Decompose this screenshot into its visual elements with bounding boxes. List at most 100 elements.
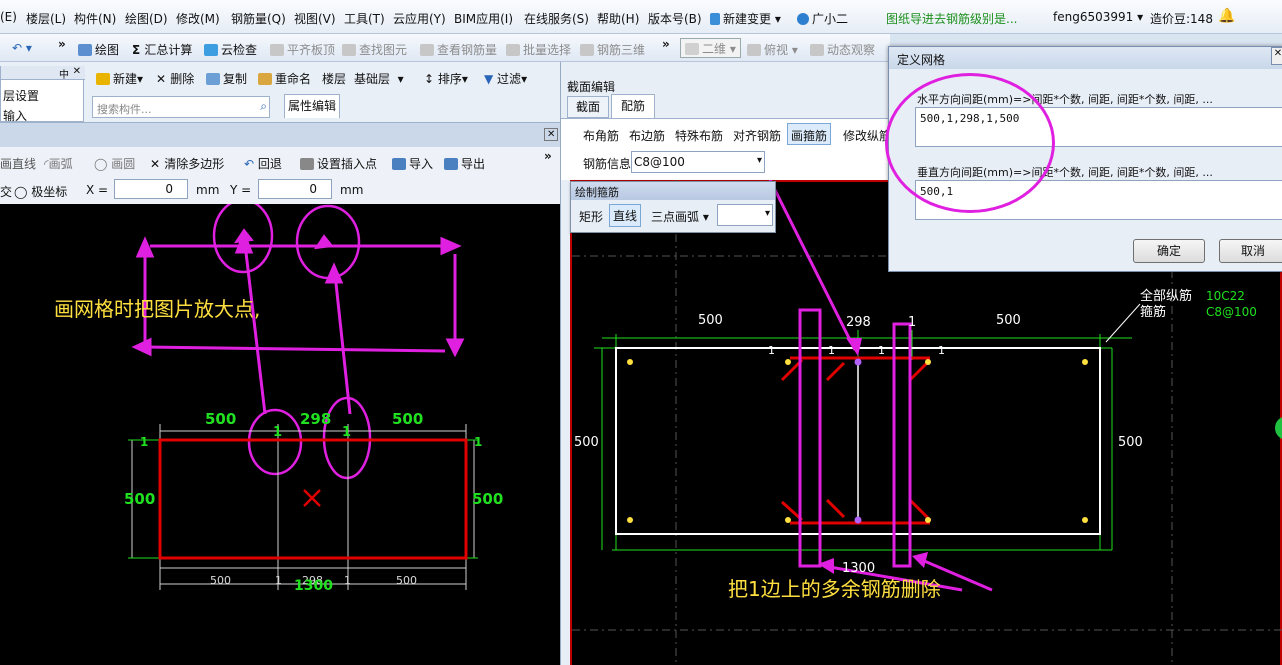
rebar-dot[interactable] [925,517,931,523]
draw-button[interactable]: 绘图 [78,41,119,58]
tab-attr-edit[interactable]: 属性编辑 [284,94,340,118]
toolbar-overflow-icon[interactable]: » [58,37,66,51]
menu-online[interactable]: 在线服务(S) [524,10,589,27]
panel-close-icon[interactable]: ✕ [544,128,559,141]
tab-section[interactable]: 截面 [567,96,609,118]
view-rebar-qty-button[interactable]: 查看钢筋量 [420,41,497,58]
menu-floor[interactable]: 楼层(L) [26,10,66,27]
rebar-dot[interactable] [1082,359,1088,365]
draw-toolbar-overflow-icon[interactable]: » [544,149,552,163]
export-button[interactable]: 导出 [444,155,485,172]
menu-help[interactable]: 帮助(H) [597,10,639,27]
dim-label: 1 [344,574,351,587]
dim-label: 500 [210,574,231,587]
rebar-dot-selected[interactable] [854,358,862,366]
toolbar-overflow-2-icon[interactable]: » [662,37,670,51]
cancel-button[interactable]: 取消 [1219,239,1282,263]
annot-arrowhead [440,236,462,256]
special-bar-button[interactable]: 特殊布筋 [675,127,723,144]
rename-button[interactable]: 重命名 [258,70,311,87]
undo-step-button[interactable]: ↶ 回退 [244,155,282,172]
stirrup-param-select[interactable]: ▾ [717,204,773,226]
menu-view[interactable]: 视图(V) [294,10,336,27]
annot-arrowhead [313,234,334,250]
menu-rebar-qty[interactable]: 钢筋量(Q) [231,10,286,27]
stirrup-hook[interactable] [908,498,932,522]
notice-link[interactable]: 图纸导进去钢筋级别是... [886,10,1017,27]
clear-polygon-button[interactable]: ✕ 清除多边形 [150,155,224,172]
rebar-dot[interactable] [785,359,791,365]
y-unit: mm [340,183,364,197]
modify-longbar-button[interactable]: 修改纵筋 [843,127,891,144]
find-element-button[interactable]: 查找图元 [342,41,407,58]
rebar-dot[interactable] [1082,517,1088,523]
search-input[interactable]: 搜索构件... ⌕ [92,96,270,118]
copy-button[interactable]: 复制 [206,70,247,87]
sigma-icon: Σ [132,43,145,57]
x-input[interactable]: 0 [114,179,188,199]
view-mode-select[interactable]: 二维 ▾ [680,38,741,58]
stirrup-hook[interactable] [825,361,846,382]
rebar-3d-button[interactable]: 钢筋三维 [580,41,645,58]
rebar-dot-selected[interactable] [854,516,862,524]
top-view-button[interactable]: 俯视 ▾ [747,41,798,58]
corner-bar-button[interactable]: 布角筋 [583,127,619,144]
menu-guangxiaoer[interactable]: 广小二 [797,10,848,27]
dropdown-arrow-icon[interactable]: ▾ [757,155,762,166]
line-tool[interactable]: 画直线 [0,155,36,172]
cloud-check-button[interactable]: 云检查 [204,41,257,58]
batch-select-button[interactable]: 批量选择 [506,41,571,58]
floor-select[interactable]: 基础层 ▾ [354,70,404,87]
sort-button[interactable]: ↕ 排序▾ [424,70,468,87]
rebar-info-select[interactable]: C8@100 ▾ [631,151,765,173]
rebar-dot[interactable] [925,359,931,365]
bell-icon[interactable]: 🔔 [1218,8,1235,24]
filter-button[interactable]: ▼ 过滤▾ [484,70,527,87]
draw-stirrup-title: 绘制箍筋 [571,182,775,200]
rebar-dot[interactable] [627,359,633,365]
import-button[interactable]: 导入 [392,155,433,172]
orbit-button[interactable]: 动态观察 [810,41,875,58]
menu-component[interactable]: 构件(N) [74,10,116,27]
edge-bar-button[interactable]: 布边筋 [629,127,665,144]
delete-button[interactable]: ✕ 删除 [156,70,194,87]
user-account[interactable]: feng6503991 ▾ [1053,10,1143,24]
set-insert-point-button[interactable]: 设置插入点 [300,155,377,172]
rebar-dot[interactable] [627,517,633,523]
dialog-close-icon[interactable]: ✕ [1271,47,1282,65]
tree-item-floor-settings[interactable]: 层设置 [3,87,39,104]
align-slab-button[interactable]: 平齐板顶 [270,41,335,58]
close-icon[interactable]: ✕ [73,66,81,77]
menu-cloud[interactable]: 云应用(Y) [393,10,446,27]
summary-calc-button[interactable]: Σ 汇总计算 [132,41,192,58]
circle-tool[interactable]: ◯ 画圆 [94,155,135,172]
left-cad-canvas[interactable]: 画网格时把图片放大点, 500 298 500 1 1 500 500 1 1 … [0,204,560,665]
line-stirrup-tool[interactable]: 直线 [609,204,642,227]
menu-edit[interactable]: (E) [0,10,17,24]
rect-tool[interactable]: 矩形 [579,208,603,225]
side-green-indicator[interactable] [1275,416,1282,440]
undo-icon[interactable]: ↶ ▾ [12,41,32,55]
menu-modify[interactable]: 修改(M) [176,10,220,27]
menu-tools[interactable]: 工具(T) [344,10,385,27]
tab-rebar[interactable]: 配筋 [611,94,655,118]
menu-version[interactable]: 版本号(B) [648,10,702,27]
pin-icon[interactable]: 中 [59,66,69,81]
search-icon[interactable]: ⌕ [260,99,267,114]
menu-draw[interactable]: 绘图(D) [125,10,168,27]
new-button[interactable]: 新建▾ [96,70,143,87]
menu-bim[interactable]: BIM应用(I) [454,10,513,27]
y-input[interactable]: 0 [258,179,332,199]
dropdown-arrow-icon[interactable]: ▾ [765,208,770,219]
tree-item-input[interactable]: 输入 [3,107,27,121]
three-point-arc-tool[interactable]: 三点画弧 ▾ [651,208,709,225]
arc-tool[interactable]: ◜画弧 [44,155,73,172]
stirrup-hook[interactable] [825,498,846,519]
ok-button[interactable]: 确定 [1133,239,1205,263]
align-bar-button[interactable]: 对齐钢筋 [733,127,781,144]
rebar-dot[interactable] [785,517,791,523]
draw-stirrup-button[interactable]: 画箍筋 [787,123,832,145]
menu-new-change[interactable]: 新建变更 ▾ [710,10,781,27]
polar-radio[interactable]: ◯ 极坐标 [14,183,67,200]
delete-label: 删除 [170,72,195,86]
